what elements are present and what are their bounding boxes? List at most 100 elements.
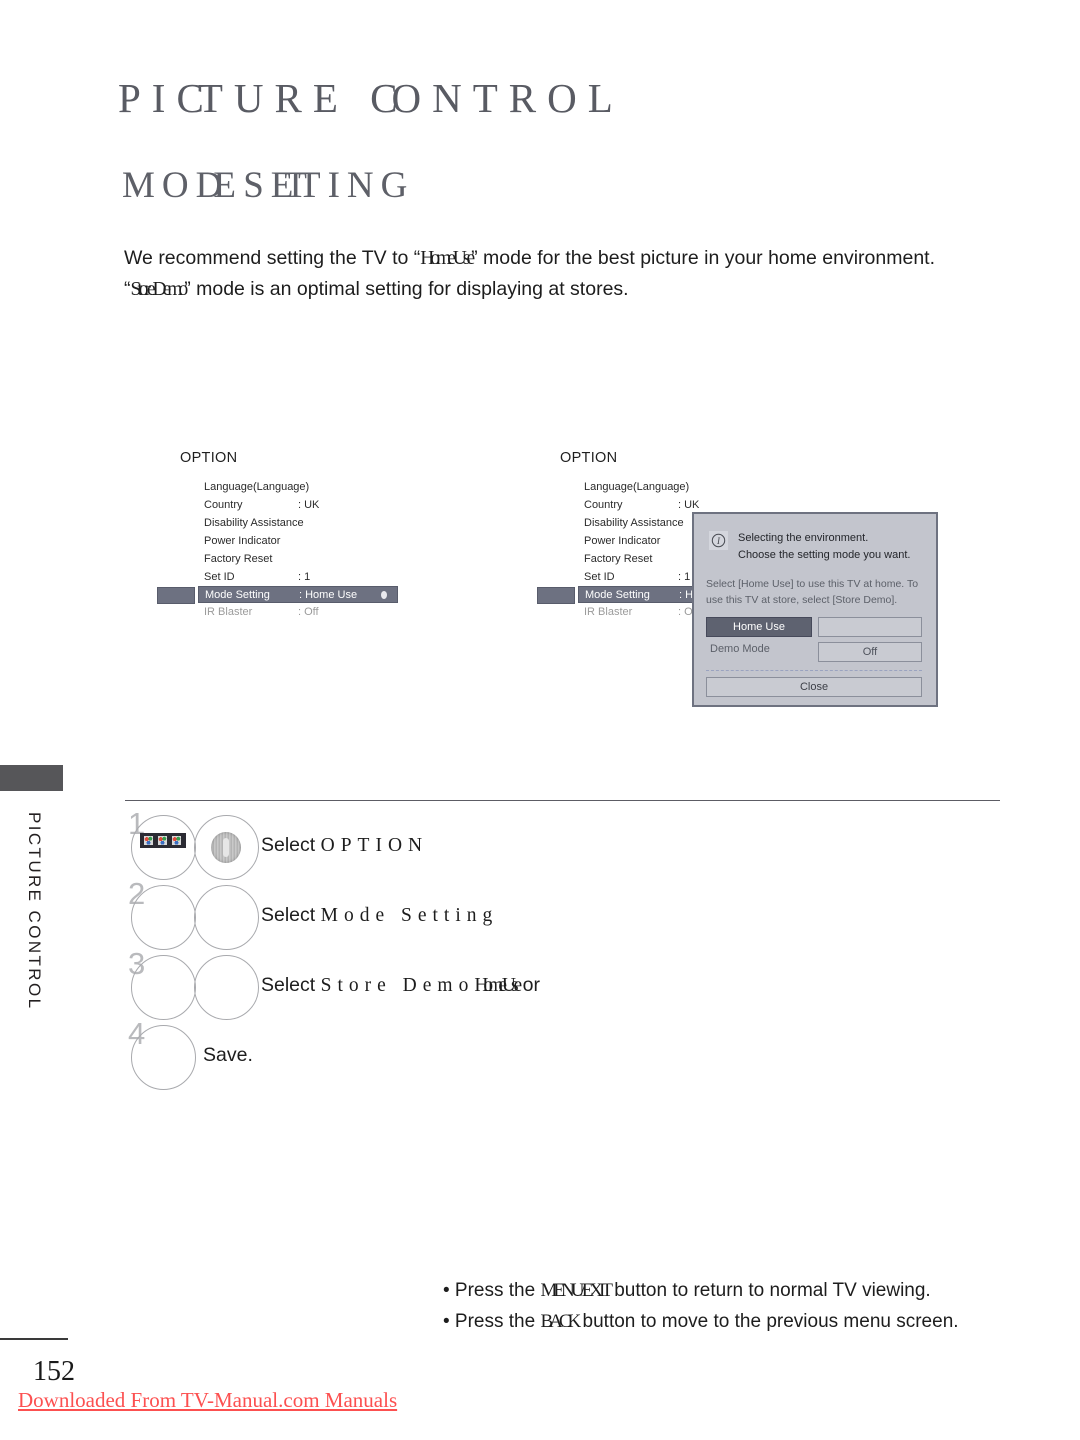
osd-screenshot-left: OPTION Language(Language) Country : UK D…	[157, 450, 410, 621]
note-2-post: button to move to the previous menu scre…	[577, 1311, 959, 1332]
osd-left-row-value: : Off	[298, 606, 319, 618]
osd-right-row-label: Factory Reset	[584, 553, 653, 565]
dialog-heading-line-2: Choose the setting mode you want.	[738, 549, 911, 561]
osd-right-row-label: Set ID	[584, 571, 615, 583]
osd-right-row-language[interactable]: Language(Language)	[560, 478, 790, 496]
osd-left-row-ir-blaster[interactable]: IR Blaster : Off	[180, 603, 410, 621]
osd-left-row-label: Power Indicator	[204, 535, 281, 547]
step-3-text-mid: Home Use	[474, 975, 522, 996]
step-2-text: Select Mode Setting	[261, 904, 498, 927]
intro-line-1: We recommend setting the TV to “Home Use…	[124, 243, 1004, 274]
dialog-demo-mode-value-button[interactable]: Off	[818, 642, 922, 662]
step-3-text-emphasis: Store Demo	[320, 975, 475, 996]
page-title-part-a: PI	[118, 75, 177, 121]
step-1-key-circle-menu[interactable]	[131, 815, 196, 880]
section-divider	[125, 800, 1000, 801]
osd-left-row-power-indicator[interactable]: Power Indicator	[180, 532, 410, 550]
intro-line-1-post: ” mode for the best picture in your home…	[471, 247, 936, 269]
dialog-heading: Selecting the environment. Choose the se…	[738, 530, 910, 564]
osd-right-row-label: IR Blaster	[584, 606, 633, 618]
step-4-key-circle[interactable]	[131, 1025, 196, 1090]
download-source-link[interactable]: Downloaded From TV-Manual.com Manuals	[18, 1388, 397, 1413]
dialog-separator	[706, 670, 922, 671]
note-1-pre: • Press the	[443, 1280, 541, 1301]
osd-right-row-label: Mode Setting	[585, 589, 650, 601]
osd-right-title: OPTION	[560, 450, 618, 466]
osd-left-row-country[interactable]: Country : UK	[180, 496, 410, 514]
section-title: MODE SETTING	[122, 164, 414, 207]
step-2-key-circle-right[interactable]	[194, 885, 259, 950]
step-2-key-circle-left[interactable]	[131, 885, 196, 950]
footer-rule	[0, 1338, 68, 1340]
osd-right-row-label: Power Indicator	[584, 535, 661, 547]
osd-right-row-value: : 1	[678, 571, 691, 583]
osd-right-row-label: Disability Assistance	[584, 517, 684, 529]
osd-left-row-label: Factory Reset	[204, 553, 273, 565]
page-title-part-c: TURE	[197, 75, 371, 121]
dialog-home-use-button[interactable]: Home Use	[706, 617, 812, 637]
page-title-part-d: C	[370, 75, 397, 121]
dialog-store-demo-button[interactable]	[818, 617, 922, 637]
section-title-part-e: TING	[297, 165, 415, 206]
step-3-text: Select Store DemoHome Use or	[261, 974, 540, 997]
sidebar-tab-marker	[0, 765, 63, 791]
info-icon: I	[709, 531, 728, 550]
step-3-text-pre: Select	[261, 974, 321, 996]
osd-left-side-block-icon	[157, 587, 195, 604]
osd-left-row-value: : Home Use	[299, 589, 358, 601]
step-3-text-conjunction: or	[517, 974, 540, 996]
note-2-keycap: BACK	[540, 1311, 581, 1332]
section-title-part-d: ET	[270, 165, 307, 206]
section-title-part-a: MO	[122, 165, 196, 206]
osd-left-row-mode-setting[interactable]: Mode Setting : Home Use	[157, 586, 398, 604]
step-3-key-circle-left[interactable]	[131, 955, 196, 1020]
svg-text:I: I	[716, 536, 721, 546]
intro-line-2: “Store Demo” mode is an optimal setting …	[124, 274, 1004, 305]
page-title-part-e: ONTROL	[391, 75, 624, 121]
osd-left-row-label: Set ID	[204, 571, 235, 583]
osd-left-row-value: : UK	[298, 499, 320, 511]
osd-left-row-label: Disability Assistance	[204, 517, 304, 529]
note-line-2: • Press the BACK button to move to the p…	[443, 1306, 959, 1337]
osd-left-row-label: IR Blaster	[204, 606, 253, 618]
dialog-heading-line-1: Selecting the environment.	[738, 532, 869, 544]
note-2-pre: • Press the	[443, 1311, 541, 1332]
step-1-text-emphasis: OPTION	[320, 835, 429, 856]
osd-right-row-label: Country	[584, 499, 623, 511]
section-title-part-c: S	[226, 165, 271, 206]
osd-left-indicator-dot-icon	[381, 591, 387, 599]
page-title-part-b: C	[176, 75, 203, 121]
intro-paragraph: We recommend setting the TV to “Home Use…	[124, 243, 1004, 305]
bottom-notes: • Press the MENU/EXIT button to return t…	[443, 1275, 959, 1337]
osd-left-row-disability-assistance[interactable]: Disability Assistance	[180, 514, 410, 532]
dialog-body-text: Select [Home Use] to use this TV at home…	[706, 578, 919, 606]
note-1-keycap: MENU/EXIT	[540, 1280, 613, 1301]
osd-left-row-label: Language(Language)	[204, 481, 310, 493]
step-4-text: Save.	[203, 1044, 253, 1066]
dialog-demo-mode-label: Demo Mode	[710, 643, 770, 655]
section-title-part-b: DE	[195, 165, 236, 206]
page-title: PICTURE CONTROL	[118, 74, 624, 122]
intro-line-1-pre: We recommend setting the TV to “	[124, 247, 421, 269]
osd-left-list: Language(Language) Country : UK Disabili…	[157, 478, 410, 621]
mode-setting-dialog: I Selecting the environment. Choose the …	[692, 512, 938, 707]
dialog-close-button[interactable]: Close	[706, 677, 922, 697]
note-1-post: button to return to normal TV viewing.	[608, 1280, 931, 1301]
intro-line-1-emphasis: Home Use	[420, 248, 475, 269]
step-1-key-circle-wheel[interactable]	[194, 815, 259, 880]
step-3-key-circle-right[interactable]	[194, 955, 259, 1020]
osd-left-row-factory-reset[interactable]: Factory Reset	[180, 550, 410, 568]
osd-right-side-block-icon	[537, 587, 575, 604]
ok-wheel-icon	[211, 832, 241, 863]
osd-left-row-set-id[interactable]: Set ID : 1	[180, 568, 410, 586]
note-line-1: • Press the MENU/EXIT button to return t…	[443, 1275, 959, 1306]
sidebar-chapter-label: PICTURE CONTROL	[25, 812, 44, 1011]
osd-left-row-label: Mode Setting	[205, 589, 270, 601]
step-2-text-pre: Select	[261, 904, 321, 926]
osd-left-title: OPTION	[180, 450, 238, 466]
osd-left-row-language[interactable]: Language(Language)	[180, 478, 410, 496]
intro-line-2-emphasis: Store Demo	[130, 279, 189, 300]
osd-left-row-label: Country	[204, 499, 243, 511]
osd-right-row-label: Language(Language)	[584, 481, 690, 493]
osd-left-row-value: : 1	[298, 571, 311, 583]
